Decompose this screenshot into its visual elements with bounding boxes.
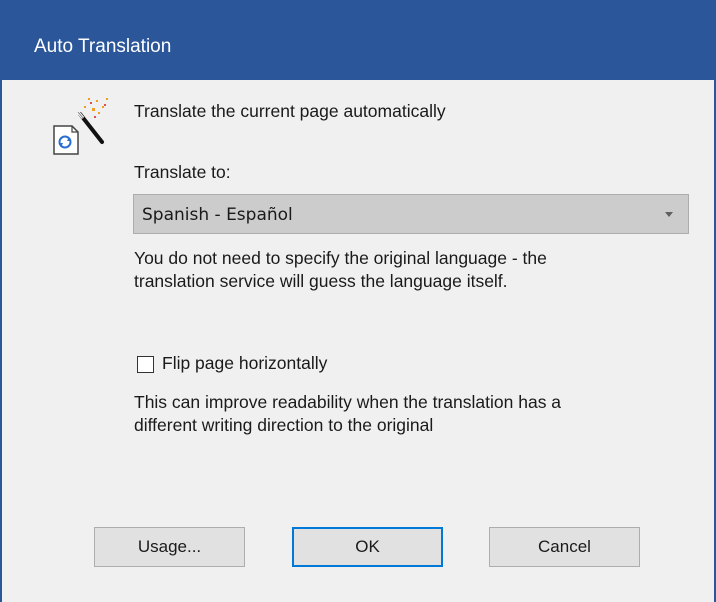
translate-to-label: Translate to: [134,162,231,182]
title-bar[interactable]: Auto Translation [2,0,714,80]
flip-page-checkbox[interactable] [137,356,154,373]
ok-button[interactable]: OK [292,527,443,567]
chevron-down-icon [665,212,673,217]
language-select-value: Spanish - Español [142,205,293,225]
language-select[interactable]: Spanish - Español [133,194,689,234]
window-title: Auto Translation [34,36,172,57]
usage-button[interactable]: Usage... [94,527,245,567]
magic-wand-translate-icon [53,98,108,155]
flip-hint-line-2: different writing direction to the origi… [134,415,434,435]
dropdown-button[interactable] [652,195,688,233]
cancel-button[interactable]: Cancel [489,527,640,567]
language-hint-line-2: translation service will guess the langu… [134,271,508,291]
dialog-content: Translate the current page automatically… [2,80,714,600]
language-hint-line-1: You do not need to specify the original … [134,248,547,268]
flip-page-label[interactable]: Flip page horizontally [162,352,327,374]
flip-hint-line-1: This can improve readability when the tr… [134,392,562,412]
description-text: Translate the current page automatically [134,101,446,121]
auto-translation-dialog: Auto Translation Translate the current p… [0,0,716,602]
